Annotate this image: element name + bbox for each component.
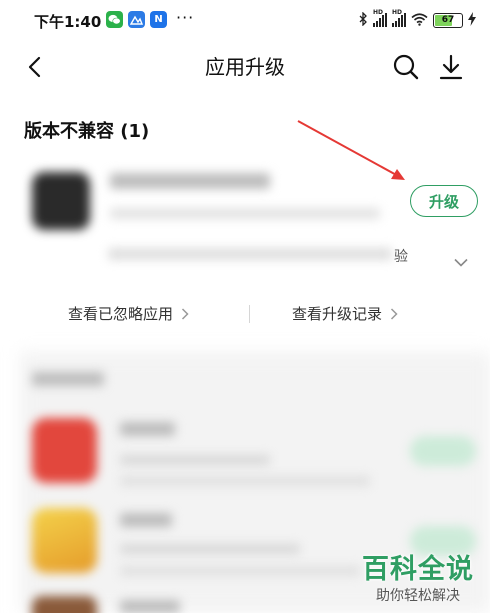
more-notifications-icon: ··· [176,8,195,27]
status-bar: 下午1:40 N ··· HD HD 67 [0,0,490,40]
view-ignored-apps-label: 查看已忽略应用 [68,305,174,323]
app-name-placeholder [110,173,270,189]
app-icon [32,508,97,573]
incompatible-section-title: 版本不兼容 (1) [24,121,150,142]
upgrade-button[interactable]: 升级 [410,185,478,217]
app-icon [32,172,90,230]
mountain-app-icon [128,11,145,28]
view-ignored-apps-link[interactable]: 查看已忽略应用 [68,303,189,324]
app-desc-placeholder [120,566,360,576]
battery-icon: 67 [433,12,463,28]
view-upgrade-history-label: 查看升级记录 [292,305,383,323]
app-name-placeholder [120,600,180,613]
download-icon [439,54,463,80]
app-name-placeholder [120,422,175,436]
search-icon [393,54,419,80]
status-right: HD HD 67 [359,9,476,30]
app-info-placeholder [120,455,270,465]
list-header-placeholder [32,372,104,386]
wifi-icon [411,11,428,30]
app-desc-placeholder [108,248,392,260]
n-app-icon: N [150,11,167,28]
wechat-icon [106,11,123,28]
links-divider [249,305,250,323]
charging-icon [468,11,476,30]
status-time: 下午1:40 [34,13,102,31]
upgrade-button-placeholder[interactable] [410,436,476,466]
signal-1-icon: HD [373,9,387,27]
app-icon [32,596,97,613]
bluetooth-icon [359,10,368,30]
view-upgrade-history-link[interactable]: 查看升级记录 [292,303,398,324]
expand-chevron-down-icon[interactable] [454,252,468,271]
watermark: 百科全说 助你轻松解决 [352,553,484,605]
chevron-right-icon [390,307,398,320]
app-desc-placeholder [120,476,370,486]
app-info-placeholder [120,544,300,554]
app-info-placeholder [110,208,380,219]
signal-2-icon: HD [392,9,406,27]
search-button[interactable] [392,52,420,82]
watermark-tagline: 助你轻松解决 [376,588,460,604]
app-icon [32,418,97,483]
upgrade-button-placeholder[interactable] [410,526,476,556]
watermark-brand: 百科全说 [362,554,474,585]
app-name-placeholder [120,513,172,527]
download-button[interactable] [437,52,465,82]
chevron-right-icon [181,307,189,320]
battery-level: 67 [441,15,455,25]
app-desc-clipped-text: 验 [394,249,408,265]
